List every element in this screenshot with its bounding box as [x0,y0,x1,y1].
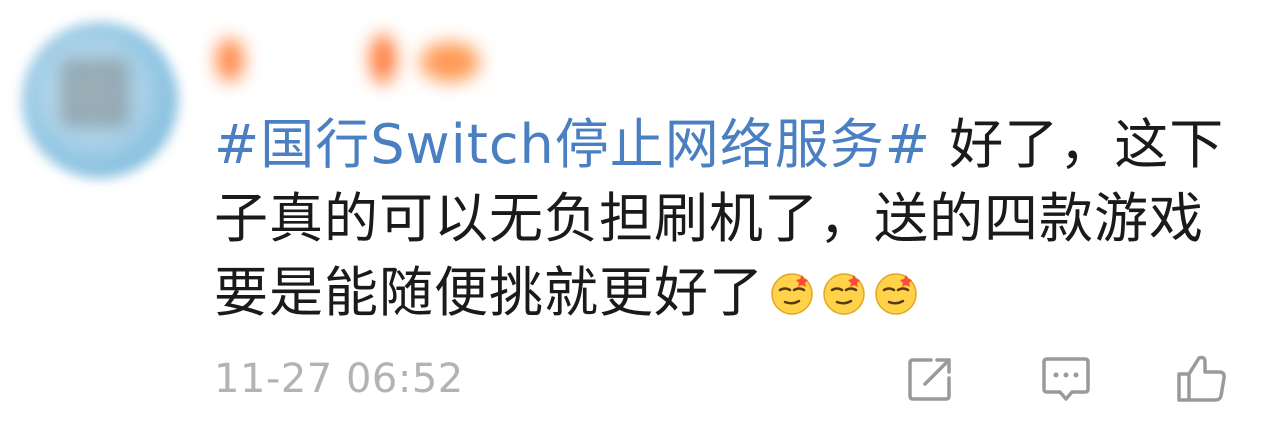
comment-icon [1042,357,1090,401]
thumbs-up-icon [1177,355,1226,402]
timestamp: 11-27 06:52 [214,356,464,402]
smirk-emoji-icon [820,262,868,315]
comment-text: #国行Switch停止网络服务# 好了，这下子真的可以无负担刷机了，送的四款游戏… [214,108,1244,330]
share-icon [908,358,951,401]
comment-card: #国行Switch停止网络服务# 好了，这下子真的可以无负担刷机了，送的四款游戏… [0,0,1269,437]
action-bar [903,352,1229,406]
comment-button[interactable] [1039,352,1093,406]
smirk-emoji-icon [872,262,920,315]
share-button[interactable] [903,352,957,406]
like-button[interactable] [1175,352,1229,406]
avatar-image-detail [60,58,130,128]
username-blurred[interactable] [210,24,510,84]
topic-hashtag-link[interactable]: #国行Switch停止网络服务# [214,113,931,176]
smirk-emoji-icon [768,262,816,315]
